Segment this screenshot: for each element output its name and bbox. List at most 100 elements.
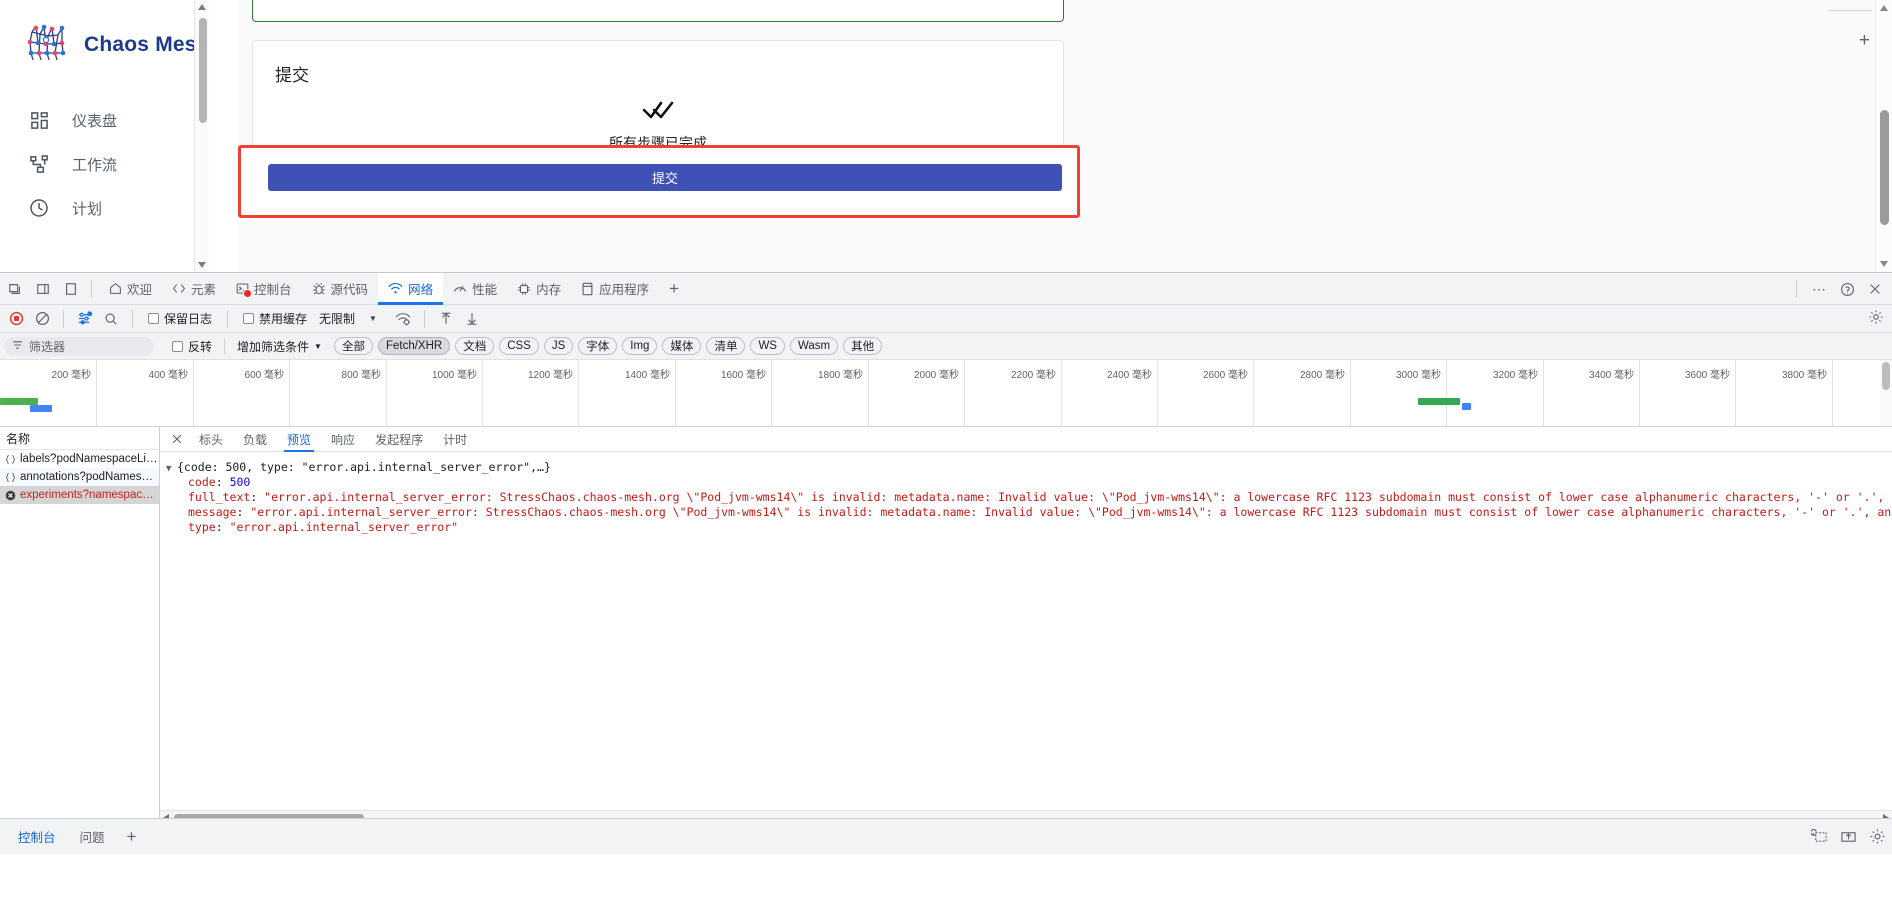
timeline-request-bar [0,398,38,405]
filter-toggle-icon[interactable] [73,308,97,330]
type-filter-doc[interactable]: 文档 [455,337,495,355]
timeline-tick-label: 1800 毫秒 [817,370,863,381]
dock-undock-icon[interactable] [2,276,28,302]
type-filter-wasm[interactable]: Wasm [789,337,839,355]
type-filter-css[interactable]: CSS [499,337,539,355]
tab-network[interactable]: 网络 [378,272,444,305]
filter-input[interactable]: 筛选器 [4,336,154,356]
page-scrollbar-thumb[interactable] [1879,110,1889,225]
page-scroll-down-icon[interactable] [1880,261,1888,267]
page-scrollbar[interactable] [1875,0,1892,272]
clock-icon [28,197,50,219]
timeline-tick-label: 2400 毫秒 [1106,370,1152,381]
timeline-tick-label: 1000 毫秒 [431,370,477,381]
request-row-experiments[interactable]: experiments?namespace=test [0,486,159,504]
timeline-gridline [289,360,290,426]
elements-icon [172,282,186,295]
detail-tab-timing[interactable]: 计时 [434,427,476,452]
record-stop-icon[interactable] [4,308,28,330]
page-main-content: ▼ 实验信息 提交 所有步骤已完成 [210,0,1860,272]
scrollbar-thumb[interactable] [198,18,207,123]
type-filter-fetch-xhr[interactable]: Fetch/XHR [377,337,451,355]
new-snippet-icon[interactable] [1811,829,1828,844]
detail-tab-payload[interactable]: 负载 [234,427,276,452]
tab-memory[interactable]: 内存 [507,273,571,305]
chevron-down-icon[interactable]: ▼ [361,314,389,323]
settings-gear-icon[interactable] [1869,828,1886,845]
submit-button[interactable]: 提交 [268,164,1062,191]
plus-icon[interactable]: + [117,827,147,847]
sidebar-scrollbar[interactable] [194,0,209,272]
checkbox-box[interactable] [243,313,255,324]
clear-icon[interactable] [30,308,54,330]
request-row-annotations[interactable]: annotations?podNamespaceLi... [0,468,159,486]
disable-cache-checkbox[interactable]: 禁用缓存 [237,310,313,327]
tab-application[interactable]: 应用程序 [571,273,659,305]
help-icon[interactable] [1834,276,1860,302]
timeline-gridline [771,360,772,426]
preserve-log-checkbox[interactable]: 保留日志 [142,310,218,327]
detail-tab-initiator[interactable]: 发起程序 [366,427,432,452]
request-name: experiments?namespace=test [20,489,159,501]
detail-tab-response[interactable]: 响应 [322,427,364,452]
divider [224,338,226,354]
detail-tab-preview[interactable]: 预览 [278,427,320,452]
drawer-tab-console[interactable]: 控制台 [6,819,68,855]
import-har-icon[interactable] [434,308,458,330]
dock-bottom-icon[interactable] [58,276,84,302]
network-conditions-icon[interactable] [391,308,415,330]
timeline-tick-label: 3000 毫秒 [1395,370,1441,381]
type-filter-js[interactable]: JS [543,337,574,355]
tab-sources[interactable]: 源代码 [302,273,379,305]
scroll-down-arrow-icon[interactable] [198,262,206,268]
search-icon[interactable] [99,308,123,330]
request-row-labels[interactable]: labels?podNamespaceList=test [0,450,159,468]
more-filters-button[interactable]: 增加筛选条件 ▼ [237,338,322,355]
type-filter-all[interactable]: 全部 [333,337,373,355]
more-options-icon[interactable]: ⋯ [1806,276,1832,302]
type-filter-manifest[interactable]: 清单 [706,337,746,355]
json-root-line[interactable]: ▼ {code: 500, type: "error.api.internal_s… [166,459,1892,474]
tab-welcome[interactable]: 欢迎 [99,273,162,305]
timeline-request-bar [30,405,52,412]
gear-icon[interactable] [1868,309,1884,328]
colon: : [250,490,265,504]
timeline-tick-label: 3400 毫秒 [1588,370,1634,381]
scroll-up-arrow-icon[interactable] [198,4,206,10]
checkbox-box[interactable] [172,340,183,352]
export-har-icon[interactable] [460,308,484,330]
timeline-request-bar [1462,403,1471,410]
timeline-gridline [96,360,97,426]
close-icon[interactable] [1862,276,1888,302]
type-filter-other[interactable]: 其他 [843,337,883,355]
performance-icon [453,282,467,295]
tab-elements[interactable]: 元素 [162,273,226,305]
throttle-select[interactable]: 无限制 [315,310,359,327]
detail-tab-headers[interactable]: 标头 [190,427,232,452]
overview-scrollbar[interactable] [1880,360,1892,426]
filter-lines-icon [12,340,23,353]
new-tab-plus-icon[interactable]: + [1859,30,1870,52]
type-filter-img[interactable]: Img [622,337,658,355]
page-scroll-up-icon[interactable] [1880,5,1888,11]
tab-console[interactable]: 控制台 [226,273,302,305]
network-overview-timeline[interactable]: 200 毫秒 400 毫秒 600 毫秒 800 毫秒 1000 毫秒 1200 毫秒 14… [0,360,1892,427]
invert-checkbox[interactable]: 反转 [172,338,212,355]
plus-icon[interactable]: + [659,279,689,299]
preview-json-viewer[interactable]: ▼ {code: 500, type: "error.api.internal_s… [160,452,1892,823]
timeline-gridline [1253,360,1254,426]
checkbox-box[interactable] [148,313,159,324]
double-check-icon [253,99,1063,125]
request-list: 名称 labels?podNamespaceList=test annotati… [0,427,160,823]
tab-performance[interactable]: 性能 [443,273,507,305]
close-icon[interactable] [166,428,188,450]
type-filter-font[interactable]: 字体 [578,337,618,355]
tab-label: 元素 [191,283,217,297]
timeline-tick-label: 2000 毫秒 [913,370,959,381]
drawer-tab-issues[interactable]: 问题 [68,819,117,855]
type-filter-ws[interactable]: WS [750,337,785,355]
type-filter-media[interactable]: 媒体 [662,337,702,355]
scrollbar-thumb[interactable] [1882,362,1890,390]
import-icon[interactable] [1840,829,1857,844]
dock-right-icon[interactable] [30,276,56,302]
